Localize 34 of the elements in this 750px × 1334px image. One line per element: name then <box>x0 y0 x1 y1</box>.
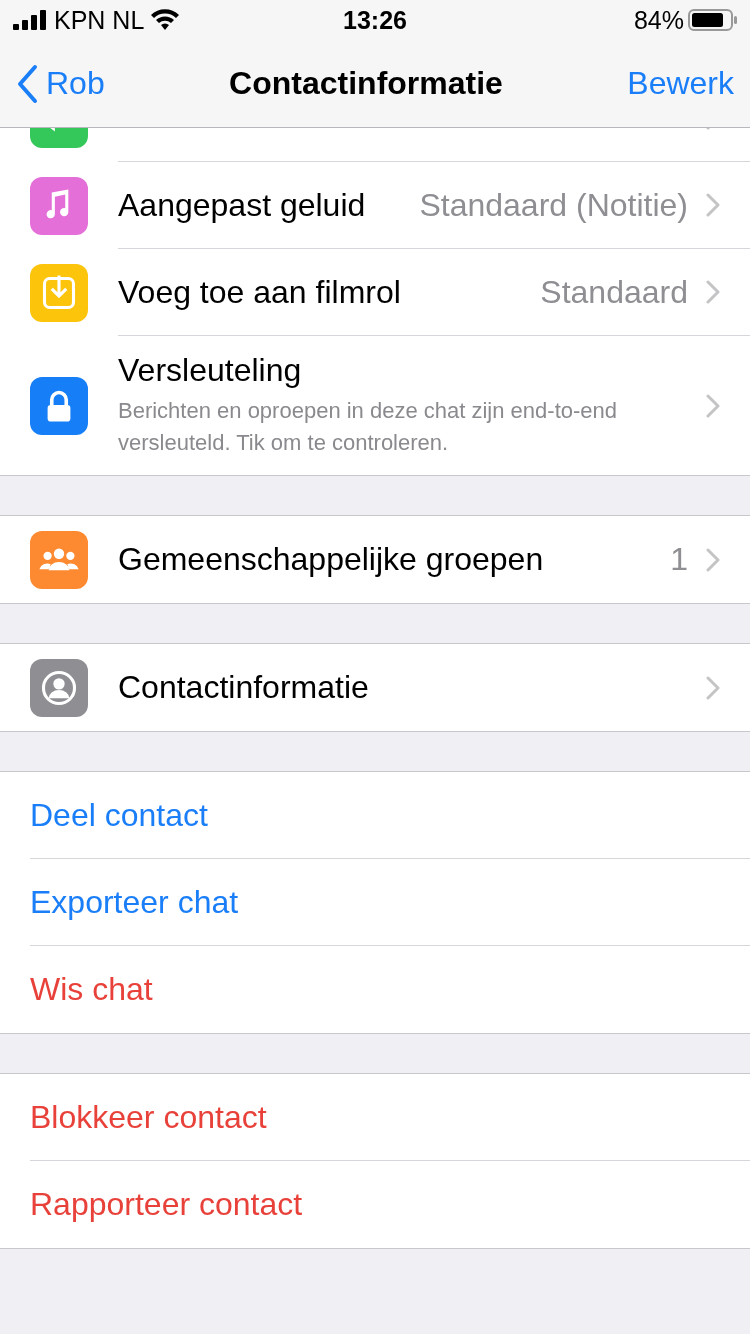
chevron-icon <box>706 280 720 304</box>
list-row[interactable]: Voeg toe aan filmrol Standaard <box>0 249 750 336</box>
signal-icon <box>12 9 48 31</box>
row-label: Versleuteling <box>118 352 303 389</box>
list-row[interactable]: Gemeenschappelijke groepen 1 <box>0 516 750 603</box>
action-link[interactable]: Blokkeer contact <box>30 1098 267 1136</box>
wifi-icon <box>150 9 181 31</box>
list-row[interactable]: Versleuteling Berichten en oproepen in deze chat zijn end-to-end versleuteld. Tik om te controleren. <box>0 336 750 475</box>
action-link[interactable]: Wis chat <box>30 971 153 1008</box>
row-label: Voeg toe aan filmrol <box>118 273 402 311</box>
list-row[interactable]: Aangepast geluid Standaard (Notitie) <box>0 162 750 249</box>
row-description: Berichten en oproepen in deze chat zijn end-to-end versleuteld. Tik om te controleren. <box>118 397 618 457</box>
chevron-icon <box>706 547 720 572</box>
row-value: Standaard <box>540 273 688 311</box>
row-label: Gemeenschappelijke groepen <box>118 541 545 578</box>
battery-icon <box>688 8 738 32</box>
back-button[interactable]: Rob <box>16 63 105 104</box>
action-link[interactable]: Deel contact <box>30 796 208 834</box>
action-link[interactable]: Rapporteer contact <box>30 1186 303 1223</box>
battery-percentage: 84% <box>633 5 684 35</box>
chevron-icon <box>706 393 720 418</box>
clock-time: 13:26 <box>342 5 408 35</box>
edit-button[interactable]: Bewerk <box>627 65 734 102</box>
list-row[interactable]: Contactinformatie <box>0 644 750 731</box>
row-value: 1 <box>670 541 688 578</box>
carrier-name: KPN NL <box>54 5 145 35</box>
row-label: Contactinformatie <box>118 669 370 706</box>
row-label: Aangepast geluid <box>118 186 367 224</box>
action-link[interactable]: Exporteer chat <box>30 883 239 921</box>
back-chevron-icon <box>16 63 38 104</box>
chevron-icon <box>706 675 720 700</box>
row-value: Standaard (Notitie) <box>419 186 688 224</box>
chevron-icon <box>706 193 720 217</box>
screen-title: Contactinformatie <box>228 65 504 102</box>
